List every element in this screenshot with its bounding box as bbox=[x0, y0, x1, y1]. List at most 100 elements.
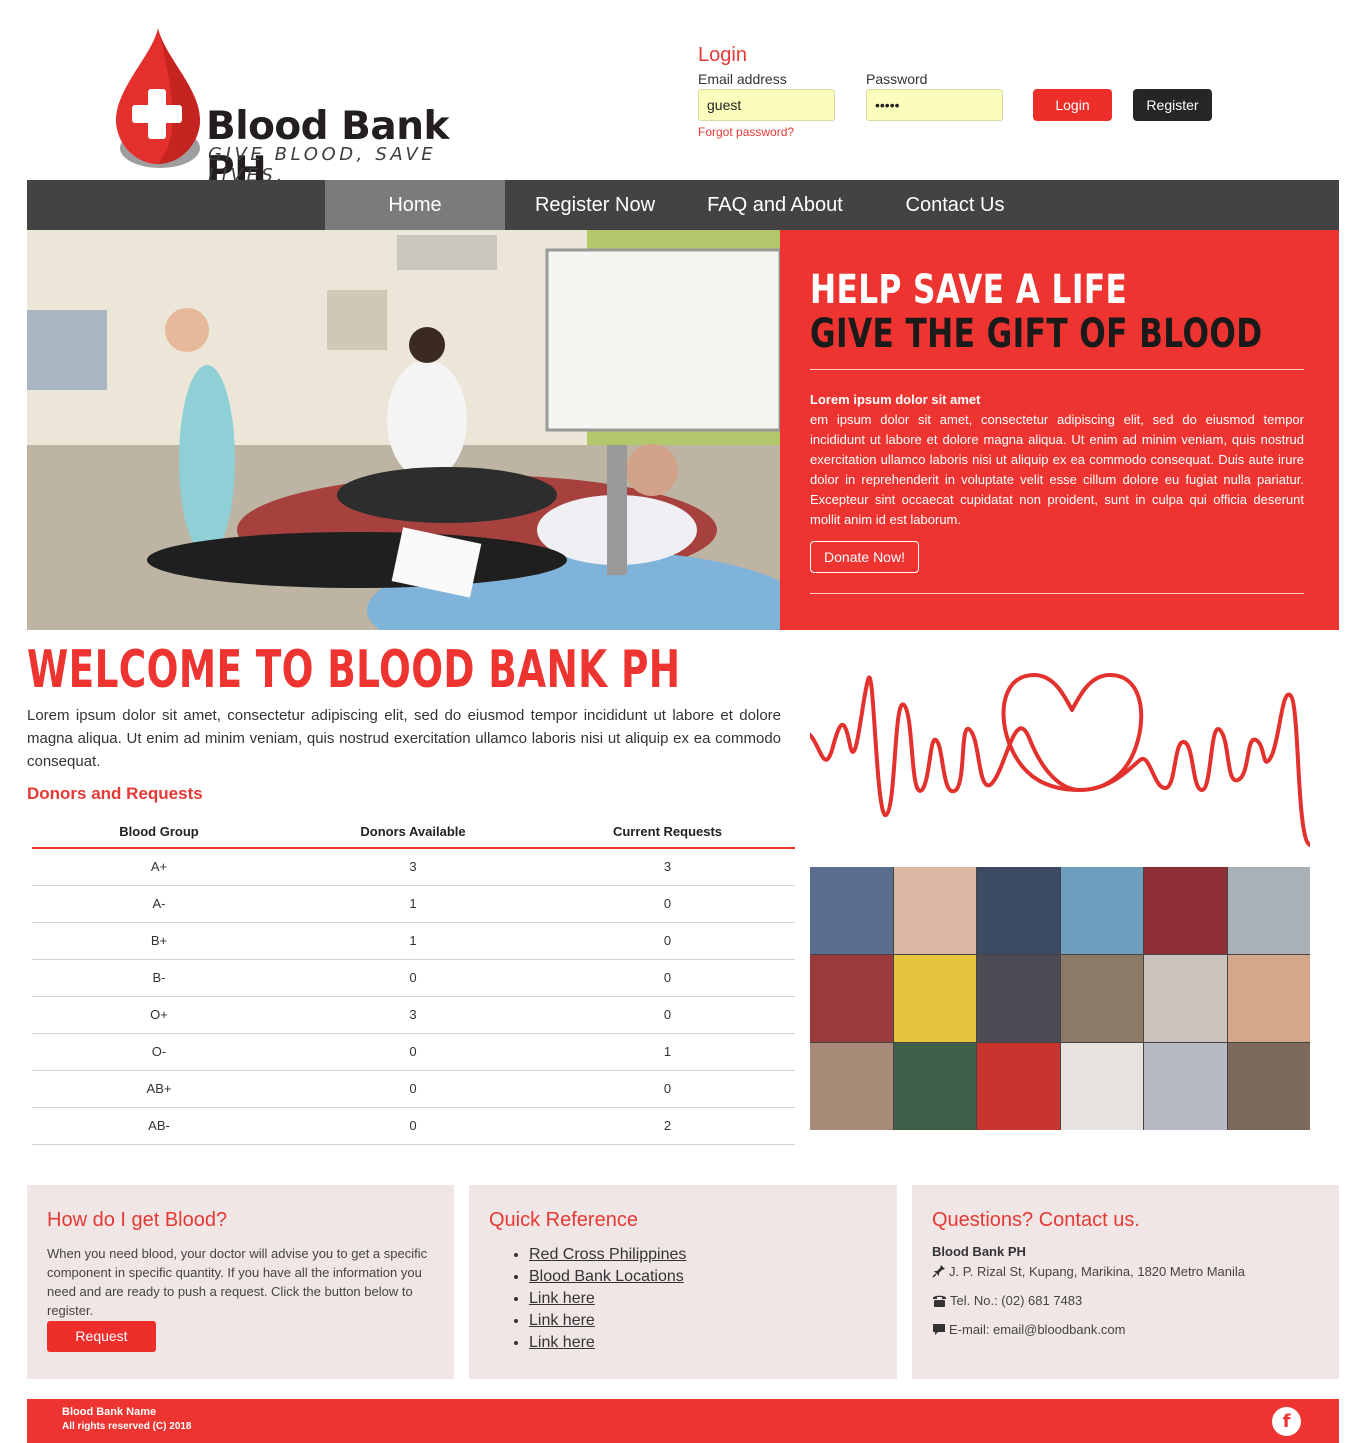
collage-photo bbox=[810, 867, 893, 954]
cell-requests: 0 bbox=[540, 959, 795, 997]
hero-photo bbox=[27, 230, 780, 630]
col-blood-group: Blood Group bbox=[32, 816, 286, 849]
link-here-2[interactable]: Link here bbox=[529, 1312, 595, 1329]
collage-photo bbox=[1060, 955, 1143, 1042]
photo-collage bbox=[810, 867, 1310, 1130]
table-header-row: Blood Group Donors Available Current Req… bbox=[32, 816, 795, 849]
table-row: A- 1 0 bbox=[32, 885, 795, 923]
cell-donors: 1 bbox=[286, 885, 540, 923]
login-button[interactable]: Login bbox=[1033, 89, 1112, 121]
cell-blood-group: O- bbox=[32, 1033, 286, 1071]
cell-blood-group: O+ bbox=[32, 996, 286, 1034]
nav-register-now[interactable]: Register Now bbox=[505, 180, 685, 230]
link-here-3[interactable]: Link here bbox=[529, 1334, 595, 1351]
collage-photo bbox=[977, 955, 1060, 1042]
cell-requests: 0 bbox=[540, 1070, 795, 1108]
email-text: E-mail: email@bloodbank.com bbox=[949, 1322, 1126, 1337]
collage-photo bbox=[810, 955, 893, 1042]
contact-title: Questions? Contact us. bbox=[932, 1209, 1140, 1231]
blood-drop-logo-icon bbox=[116, 28, 200, 168]
welcome-text: Lorem ipsum dolor sit amet, consectetur … bbox=[27, 707, 781, 770]
hero-divider-top bbox=[810, 369, 1304, 370]
request-button[interactable]: Request bbox=[47, 1321, 156, 1352]
collage-photo bbox=[977, 1043, 1060, 1130]
link-blood-bank-locations[interactable]: Blood Bank Locations bbox=[529, 1268, 684, 1285]
link-red-cross[interactable]: Red Cross Philippines bbox=[529, 1246, 686, 1263]
nav-home[interactable]: Home bbox=[325, 180, 505, 230]
table-row: AB- 0 2 bbox=[32, 1107, 795, 1145]
collage-photo bbox=[1144, 1043, 1227, 1130]
contact-email: E-mail: email@bloodbank.com bbox=[932, 1322, 1126, 1337]
contact-address: J. P. Rizal St, Kupang, Marikina, 1820 M… bbox=[932, 1264, 1245, 1279]
facebook-icon[interactable]: f bbox=[1272, 1407, 1301, 1436]
list-item: Link here bbox=[529, 1310, 686, 1332]
email-field[interactable]: guest bbox=[698, 89, 835, 121]
cell-requests: 3 bbox=[540, 848, 795, 886]
password-field[interactable]: ••••• bbox=[866, 89, 1003, 121]
donors-table: Blood Group Donors Available Current Req… bbox=[32, 816, 795, 1145]
cell-donors: 0 bbox=[286, 1107, 540, 1145]
cell-blood-group: AB- bbox=[32, 1107, 286, 1145]
hero-panel: HELP SAVE A LIFE GIVE THE GIFT OF BLOOD … bbox=[780, 230, 1339, 630]
cell-blood-group: AB+ bbox=[32, 1070, 286, 1108]
quick-reference-title: Quick Reference bbox=[489, 1209, 638, 1231]
forgot-password-link[interactable]: Forgot password? bbox=[698, 125, 794, 139]
get-blood-title: How do I get Blood? bbox=[47, 1209, 228, 1231]
cell-blood-group: A- bbox=[32, 885, 286, 923]
password-label: Password bbox=[866, 71, 928, 87]
list-item: Red Cross Philippines bbox=[529, 1244, 686, 1266]
cell-requests: 0 bbox=[540, 885, 795, 923]
footer-copyright: All rights reserved (C) 2018 bbox=[62, 1421, 192, 1432]
quick-reference-list: Red Cross Philippines Blood Bank Locatio… bbox=[529, 1244, 686, 1354]
cell-donors: 0 bbox=[286, 1033, 540, 1071]
col-donors-available: Donors Available bbox=[286, 816, 540, 849]
donate-now-button[interactable]: Donate Now! bbox=[810, 541, 919, 573]
collage-photo bbox=[1060, 1043, 1143, 1130]
heartbeat-heart-image bbox=[810, 673, 1310, 847]
site-logo[interactable]: Blood Bank PH GIVE BLOOD, SAVE LIVES. bbox=[112, 26, 512, 194]
cell-donors: 0 bbox=[286, 1070, 540, 1108]
collage-photo bbox=[1227, 1043, 1310, 1130]
cell-requests: 0 bbox=[540, 996, 795, 1034]
register-button[interactable]: Register bbox=[1133, 89, 1212, 121]
collage-photo bbox=[1227, 867, 1310, 954]
hero-text: em ipsum dolor sit amet, consectetur adi… bbox=[810, 412, 1304, 527]
cell-donors: 0 bbox=[286, 959, 540, 997]
cell-requests: 1 bbox=[540, 1033, 795, 1071]
hero-headline-2: GIVE THE GIFT OF BLOOD bbox=[810, 311, 1263, 357]
login-title: Login bbox=[698, 44, 747, 66]
cell-requests: 0 bbox=[540, 922, 795, 960]
collage-photo bbox=[893, 955, 976, 1042]
footer-name: Blood Bank Name bbox=[62, 1406, 157, 1418]
cell-requests: 2 bbox=[540, 1107, 795, 1145]
nav-faq-about[interactable]: FAQ and About bbox=[685, 180, 865, 230]
table-row: O+ 3 0 bbox=[32, 996, 795, 1034]
link-here-1[interactable]: Link here bbox=[529, 1290, 595, 1307]
comment-icon bbox=[933, 1324, 945, 1335]
collage-photo bbox=[977, 867, 1060, 954]
contact-phone: Tel. No.: (02) 681 7483 bbox=[932, 1293, 1082, 1308]
phone-text: Tel. No.: (02) 681 7483 bbox=[950, 1293, 1083, 1308]
pushpin-icon bbox=[932, 1265, 945, 1278]
contact-org-name: Blood Bank PH bbox=[932, 1244, 1026, 1259]
address-text: J. P. Rizal St, Kupang, Marikina, 1820 M… bbox=[949, 1264, 1246, 1279]
collage-photo bbox=[893, 867, 976, 954]
cell-blood-group: B- bbox=[32, 959, 286, 997]
donors-requests-title: Donors and Requests bbox=[27, 784, 203, 803]
nav-contact-us[interactable]: Contact Us bbox=[865, 180, 1045, 230]
hero-headline-1: HELP SAVE A LIFE bbox=[810, 267, 1128, 313]
list-item: Link here bbox=[529, 1332, 686, 1354]
table-row: B+ 1 0 bbox=[32, 922, 795, 960]
collage-photo bbox=[1227, 955, 1310, 1042]
cell-blood-group: B+ bbox=[32, 922, 286, 960]
collage-photo bbox=[1060, 867, 1143, 954]
get-blood-text: When you need blood, your doctor will ad… bbox=[47, 1246, 428, 1318]
welcome-title: WELCOME TO BLOOD BANK PH bbox=[27, 640, 681, 700]
list-item: Link here bbox=[529, 1288, 686, 1310]
collage-photo bbox=[893, 1043, 976, 1130]
cell-donors: 1 bbox=[286, 922, 540, 960]
collage-photo bbox=[810, 1043, 893, 1130]
quick-reference-box: Quick Reference Red Cross Philippines Bl… bbox=[469, 1185, 897, 1379]
main-nav: Home Register Now FAQ and About Contact … bbox=[27, 180, 1339, 230]
hero-divider-bottom bbox=[810, 593, 1304, 594]
